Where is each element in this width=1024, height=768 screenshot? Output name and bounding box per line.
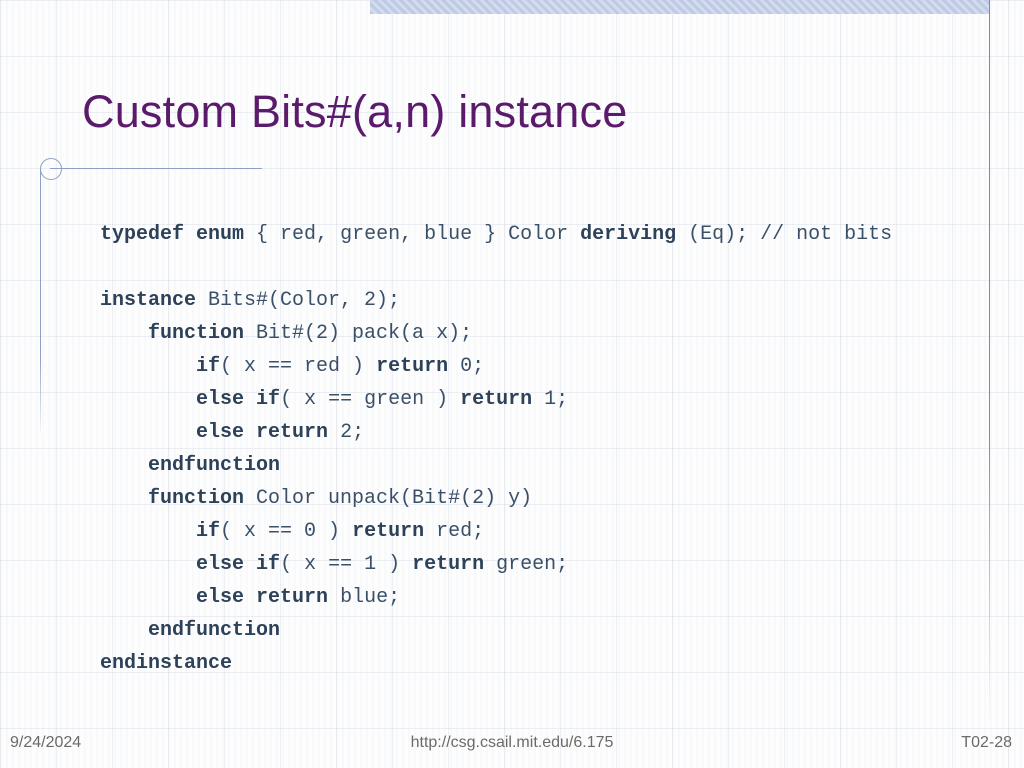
horizontal-rule bbox=[50, 168, 262, 169]
code-block: typedef enum { red, green, blue } Color … bbox=[100, 218, 964, 680]
code-line: endfunction bbox=[100, 619, 280, 642]
right-vertical-rule bbox=[989, 0, 990, 728]
code-line: if( x == 0 ) return red; bbox=[100, 520, 484, 543]
code-line: if( x == red ) return 0; bbox=[100, 355, 484, 378]
code-line: else if( x == 1 ) return green; bbox=[100, 553, 568, 576]
circle-icon bbox=[40, 158, 62, 180]
code-line: else if( x == green ) return 1; bbox=[100, 388, 568, 411]
footer-url: http://csg.csail.mit.edu/6.175 bbox=[0, 734, 1024, 752]
code-line: function Bit#(2) pack(a x); bbox=[100, 322, 472, 345]
code-line: endfunction bbox=[100, 454, 280, 477]
code-line: typedef enum { red, green, blue } Color … bbox=[100, 223, 892, 246]
footer-page-number: T02-28 bbox=[961, 734, 1012, 752]
code-line: instance Bits#(Color, 2); bbox=[100, 289, 400, 312]
code-line: function Color unpack(Bit#(2) y) bbox=[100, 487, 532, 510]
code-line: else return 2; bbox=[100, 421, 364, 444]
slide-title: Custom Bits#(a,n) instance bbox=[82, 86, 627, 138]
title-underline-decoration bbox=[22, 158, 262, 182]
top-decoration-strip bbox=[370, 0, 990, 14]
left-vertical-rule bbox=[40, 168, 41, 438]
code-line: else return blue; bbox=[100, 586, 400, 609]
code-line: endinstance bbox=[100, 652, 232, 675]
